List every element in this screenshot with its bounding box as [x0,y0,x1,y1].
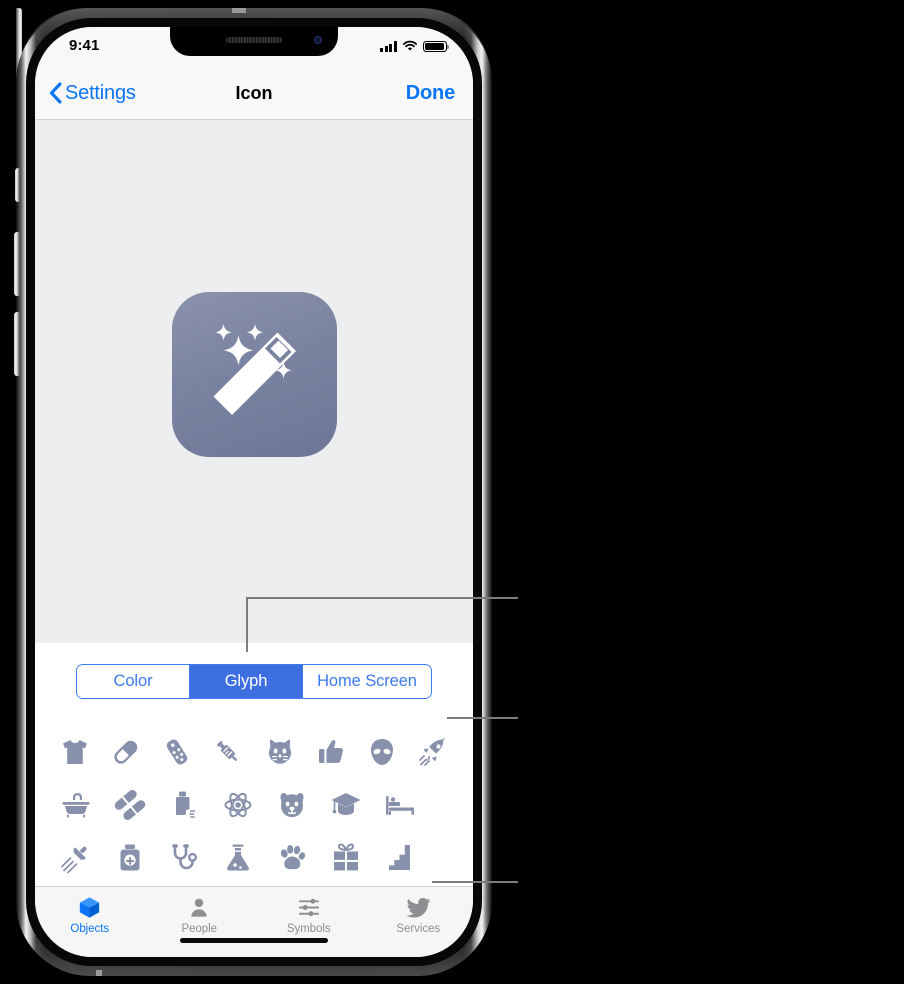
glyph-picker-grid [35,720,473,886]
battery-icon [423,40,450,52]
segment-glyph[interactable]: Glyph [190,665,303,698]
atom-glyph[interactable] [211,778,265,831]
gift-glyph[interactable] [319,831,373,884]
flask-glyph[interactable] [211,831,265,884]
tab-symbols-label: Symbols [286,923,331,935]
volume-down-button[interactable] [14,312,20,376]
status-bar-indicators [380,40,450,52]
tab-objects[interactable]: Objects [35,895,145,935]
tab-services[interactable]: Services [364,895,474,935]
stairs-glyph[interactable] [373,831,427,884]
bed-glyph[interactable] [373,778,427,831]
rocket-glyph[interactable] [408,725,459,778]
glyph-row [49,831,459,884]
paw-print-glyph[interactable] [265,831,319,884]
volume-up-button[interactable] [14,232,20,296]
thumbs-up-glyph[interactable] [305,725,356,778]
antenna-band-bottom [96,970,102,976]
magic-wand-glyph [213,324,296,415]
wifi-icon [402,40,418,51]
bottom-tab-bar: Objects People Symbols Services [35,886,473,957]
glyph-row [49,778,459,831]
tab-people[interactable]: People [145,895,255,935]
glyph-row [49,725,459,778]
alien-glyph[interactable] [357,725,408,778]
tshirt-glyph[interactable] [49,725,100,778]
front-camera-icon [314,36,322,44]
navigation-bar: Settings Icon Done [35,67,473,120]
cat-face-glyph[interactable] [254,725,305,778]
home-indicator[interactable] [180,938,328,943]
segment-home-screen[interactable]: Home Screen [303,665,431,698]
two-pills-glyph[interactable] [103,778,157,831]
syringe-glyph[interactable] [203,725,254,778]
cellular-signal-icon [380,41,397,52]
antenna-band-top [232,8,246,13]
tab-objects-label: Objects [70,923,110,935]
dog-face-glyph[interactable] [265,778,319,831]
device-screen: 9:41 Settings Icon Done Color Glyph Home… [35,27,473,957]
inhaler-glyph[interactable] [157,778,211,831]
icon-preview-area [35,120,473,643]
tab-symbols[interactable]: Symbols [254,895,364,935]
silent-switch[interactable] [15,168,20,202]
stethoscope-glyph[interactable] [157,831,211,884]
tab-people-label: People [181,923,217,935]
shower-glyph[interactable] [49,831,103,884]
medicine-bottle-glyph[interactable] [103,831,157,884]
icon-mode-segmented-control[interactable]: Color Glyph Home Screen [76,664,432,699]
status-bar-time: 9:41 [69,37,100,54]
iphone-device-frame: 9:41 Settings Icon Done Color Glyph Home… [14,8,492,976]
tab-services-label: Services [396,923,441,935]
earpiece-speaker-icon [226,37,282,43]
sliders-icon [297,895,321,920]
cube-icon [78,895,101,920]
display-notch [170,27,338,56]
pill-capsule-glyph[interactable] [100,725,151,778]
segment-color[interactable]: Color [77,665,190,698]
bathtub-glyph[interactable] [49,778,103,831]
done-button[interactable]: Done [406,67,455,119]
segmented-control-container: Color Glyph Home Screen [35,643,473,721]
person-icon [188,895,210,920]
game-controller-glyph[interactable] [152,725,203,778]
magic-wand-app-icon [171,292,337,457]
graduation-cap-glyph[interactable] [319,778,373,831]
bird-icon [406,895,431,920]
